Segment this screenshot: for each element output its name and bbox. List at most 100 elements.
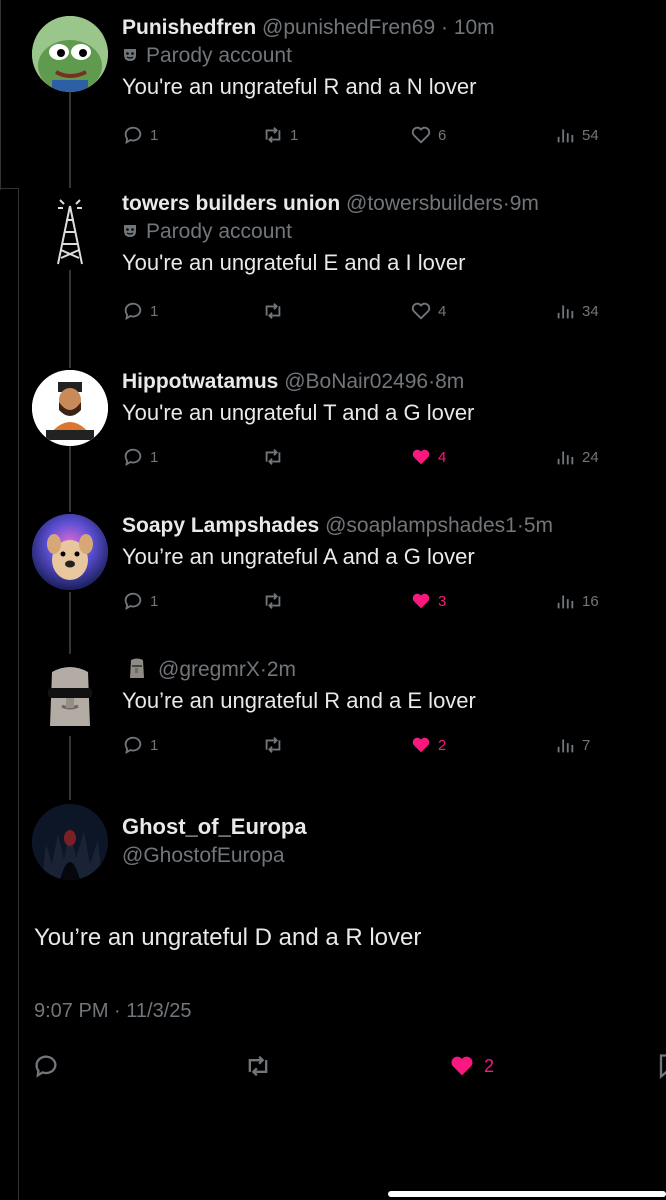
thread-line — [69, 736, 71, 800]
reply-button[interactable]: 1 — [122, 446, 158, 468]
user-handle[interactable]: @towersbuilders — [346, 192, 503, 215]
thread-line — [69, 592, 71, 654]
views-button[interactable]: 16 — [554, 590, 599, 612]
pepe-frog-avatar[interactable] — [32, 16, 108, 92]
tweet-text: You're an ungrateful R and a N lover — [122, 74, 477, 99]
display-name[interactable]: Hippotwatamus — [122, 370, 278, 393]
views-button[interactable]: 34 — [554, 300, 599, 322]
parody-label-text: Parody account — [146, 220, 292, 243]
user-handle[interactable]: @soaplampshades1 — [325, 514, 517, 537]
reply-button[interactable]: 1 — [122, 124, 158, 146]
tweet-text: You’re an ungrateful R and a E lover — [122, 688, 476, 713]
parody-label: Parody account — [122, 218, 646, 246]
tweet-text: You’re an ungrateful A and a G lover — [122, 544, 475, 569]
bearded-man-avatar[interactable] — [32, 370, 108, 446]
user-handle[interactable]: @punishedFren69 — [262, 16, 435, 39]
action-bar: 2 — [0, 1052, 666, 1082]
like-button[interactable]: 4 — [410, 300, 446, 322]
bookmark-button[interactable] — [654, 1052, 666, 1080]
user-handle[interactable]: @gregmrX — [158, 658, 260, 681]
like-count: 4 — [438, 448, 447, 466]
like-button[interactable]: 3 — [410, 590, 446, 612]
separator-dot: · — [502, 192, 510, 215]
post-time[interactable]: 9m — [510, 192, 539, 215]
repost-button[interactable] — [262, 734, 290, 756]
reply-button[interactable] — [32, 1052, 60, 1080]
action-bar: 1 4 34 — [122, 300, 666, 328]
dog-avatar[interactable] — [32, 514, 108, 590]
theater-mask-icon — [124, 49, 136, 61]
views-icon — [557, 305, 574, 319]
reply-button[interactable]: 1 — [122, 300, 158, 322]
separator-dot: · — [435, 16, 454, 39]
repost-button[interactable]: 1 — [262, 124, 298, 146]
like-count: 3 — [438, 592, 447, 610]
action-bar: 1 1 6 54 — [122, 124, 666, 152]
reply-count: 1 — [150, 736, 159, 754]
like-button[interactable]: 6 — [410, 124, 446, 146]
parody-label-text: Parody account — [146, 44, 292, 67]
post-time[interactable]: 2m — [267, 658, 296, 681]
emoji-moai-icon — [128, 657, 146, 679]
tweet-text: You're an ungrateful E and a I lover — [122, 250, 466, 275]
reply-count: 1 — [150, 126, 159, 144]
repost-icon — [265, 449, 281, 465]
repost-button[interactable] — [244, 1052, 272, 1080]
repost-button[interactable] — [262, 446, 290, 468]
action-bar: 1 4 24 — [122, 446, 666, 474]
reply-icon — [124, 302, 142, 321]
action-bar: 1 2 7 — [122, 734, 666, 762]
reply-count: 1 — [150, 302, 159, 320]
repost-button[interactable] — [262, 300, 290, 322]
display-name[interactable]: towers builders union — [122, 192, 340, 215]
user-handle[interactable]: @BoNair02496 — [284, 370, 428, 393]
view-count: 34 — [582, 302, 599, 320]
like-button[interactable]: 4 — [410, 446, 446, 468]
view-count: 7 — [582, 736, 591, 754]
separator-dot: · — [259, 658, 267, 681]
repost-button[interactable] — [262, 590, 290, 612]
thread-line — [69, 440, 71, 512]
like-button[interactable]: 2 — [410, 734, 446, 756]
post-time[interactable]: 10m — [454, 16, 495, 39]
repost-icon — [265, 127, 281, 143]
reply-button[interactable]: 1 — [122, 590, 158, 612]
like-count: 6 — [438, 126, 447, 144]
thread-line — [69, 270, 71, 368]
post-time[interactable]: 5m — [524, 514, 553, 537]
home-indicator — [388, 1191, 666, 1197]
view-count: 54 — [582, 126, 599, 144]
heart-filled-icon — [451, 1056, 473, 1076]
views-icon — [557, 739, 574, 753]
views-button[interactable]: 54 — [554, 124, 599, 146]
repost-count: 1 — [290, 126, 299, 144]
reply-count: 1 — [150, 448, 159, 466]
reply-icon — [35, 1055, 57, 1078]
moai-sunglasses-avatar[interactable] — [32, 658, 108, 734]
post-timestamp[interactable]: 9:07 PM · 11/3/25 — [34, 1000, 192, 1023]
separator-dot: · — [516, 514, 524, 537]
reply-count: 1 — [150, 592, 159, 610]
display-name[interactable]: Punishedfren — [122, 16, 256, 39]
user-handle[interactable]: @GhostofEuropa — [122, 844, 285, 868]
display-name[interactable]: Ghost_of_Europa — [122, 814, 307, 840]
post-time[interactable]: 8m — [435, 370, 464, 393]
action-bar: 1 3 16 — [122, 590, 666, 618]
like-count: 4 — [438, 302, 447, 320]
views-button[interactable]: 24 — [554, 446, 599, 468]
ghost-of-europa-avatar[interactable] — [32, 804, 108, 880]
left-edge-divider — [0, 0, 1, 190]
like-count: 2 — [484, 1055, 495, 1076]
reply-icon — [124, 126, 142, 145]
parody-label: Parody account — [122, 42, 646, 70]
views-icon — [557, 129, 574, 143]
display-name[interactable]: Soapy Lampshades — [122, 514, 319, 537]
view-count: 16 — [582, 592, 599, 610]
thread-line — [69, 92, 71, 188]
reply-button[interactable]: 1 — [122, 734, 158, 756]
views-button[interactable]: 7 — [554, 734, 590, 756]
heart-filled-icon — [412, 449, 430, 465]
repost-icon — [248, 1055, 268, 1077]
radio-tower-avatar[interactable] — [32, 192, 108, 268]
like-button[interactable]: 2 — [448, 1052, 494, 1080]
